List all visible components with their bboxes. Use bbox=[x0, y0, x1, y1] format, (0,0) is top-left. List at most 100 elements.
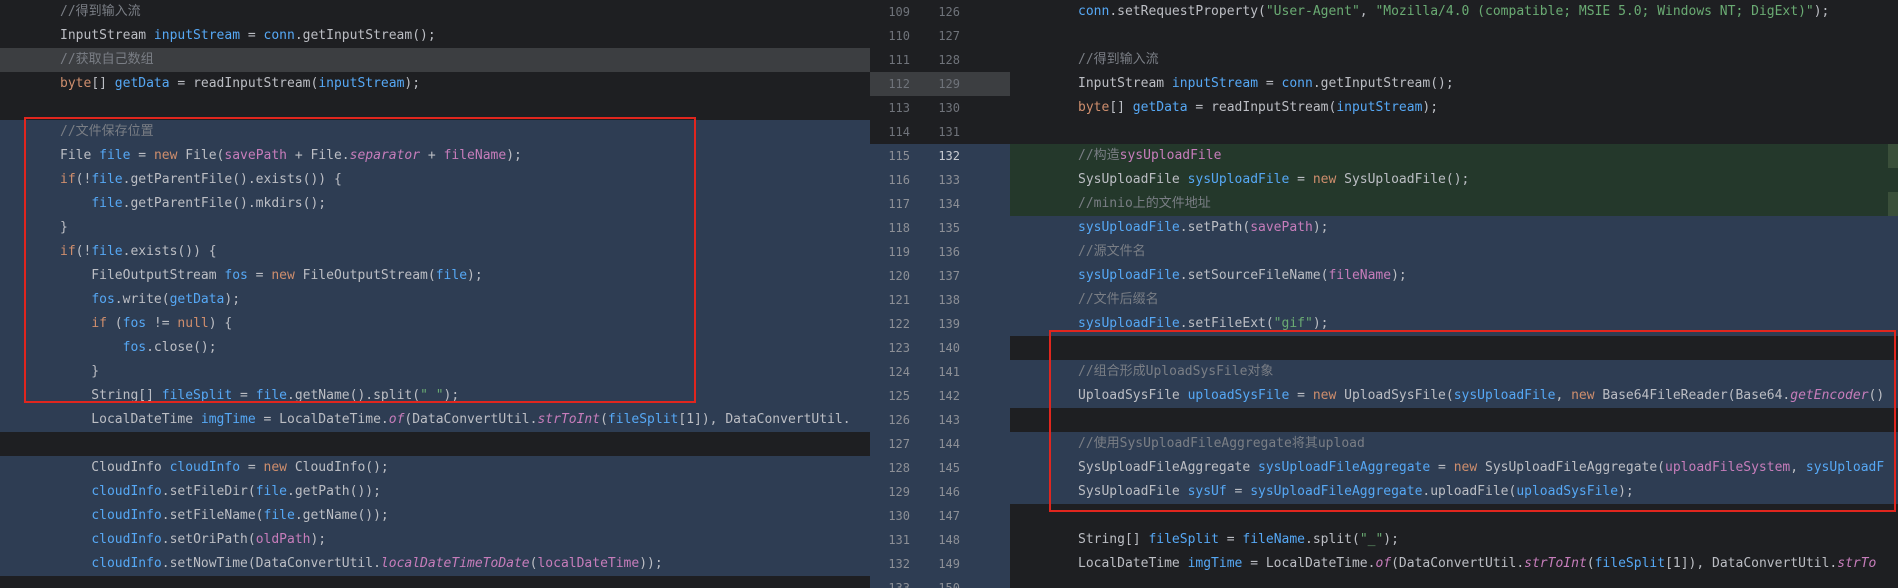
diff-line-gutter: 109 126 110 127 111 128 112 129 113 130 114 131 115 1… bbox=[870, 0, 1010, 588]
code-token: "_" bbox=[1359, 532, 1384, 547]
right-code-line[interactable]: //构造sysUploadFile bbox=[1010, 144, 1898, 168]
left-code-line[interactable]: cloudInfo.setFileDir(file.getPath()); bbox=[0, 480, 870, 504]
right-code-line[interactable] bbox=[1010, 336, 1898, 360]
code-token: UploadSysFile( bbox=[1336, 388, 1454, 403]
right-line-number: 147 bbox=[938, 509, 960, 523]
left-code-line[interactable]: //获取自己数组 bbox=[0, 48, 870, 72]
code-token: cloudInfo bbox=[91, 508, 162, 523]
code-token: //构造 bbox=[1078, 148, 1120, 163]
left-editor-pane[interactable]: //得到输入流 InputStream inputStream = conn.ge… bbox=[0, 0, 870, 588]
right-code-line[interactable] bbox=[1010, 120, 1898, 144]
code-token: = bbox=[240, 460, 264, 475]
code-token: .setRequestProperty( bbox=[1109, 4, 1266, 19]
code-token: , bbox=[1359, 4, 1376, 19]
code-token: .split( bbox=[1305, 532, 1360, 547]
code-token: sysUploadFile bbox=[1078, 220, 1180, 235]
left-code-line[interactable]: if(!file.exists()) { bbox=[0, 240, 870, 264]
left-code-line[interactable]: File file = new File(savePath + File.sep… bbox=[0, 144, 870, 168]
code-token: .setSourceFileName( bbox=[1179, 268, 1329, 283]
right-line-number: 145 bbox=[938, 461, 960, 475]
right-code-line[interactable]: SysUploadFileAggregate sysUploadFileAggr… bbox=[1010, 456, 1898, 480]
right-code-line[interactable]: String[] fileSplit = fileName.split("_")… bbox=[1010, 528, 1898, 552]
left-line-number: 126 bbox=[888, 413, 910, 427]
code-token: inputStream bbox=[1171, 76, 1259, 91]
right-code-line[interactable]: //组合形成UploadSysFile对象 bbox=[1010, 360, 1898, 384]
right-code-line[interactable] bbox=[1010, 504, 1898, 528]
left-line-number: 119 bbox=[888, 245, 910, 259]
right-code-line[interactable]: conn.setRequestProperty("User-Agent", "M… bbox=[1010, 0, 1898, 24]
code-token: () bbox=[1868, 388, 1885, 403]
left-code-line[interactable]: fos.write(getData); bbox=[0, 288, 870, 312]
code-token: .exists()) { bbox=[122, 244, 217, 259]
left-code-line[interactable]: file.getParentFile().mkdirs(); bbox=[0, 192, 870, 216]
left-code-line[interactable]: if(!file.getParentFile().exists()) { bbox=[0, 168, 870, 192]
left-code-line[interactable]: } bbox=[0, 360, 870, 384]
gutter-line-numbers: 109 126 bbox=[870, 0, 1010, 24]
left-code-line[interactable]: } bbox=[0, 216, 870, 240]
left-line-number: 132 bbox=[888, 557, 910, 571]
left-code-line[interactable]: cloudInfo.setNowTime(DataConvertUtil.loc… bbox=[0, 552, 870, 576]
left-code-line[interactable]: FileOutputStream fos = new FileOutputStr… bbox=[0, 264, 870, 288]
code-token: fileSplit bbox=[1594, 556, 1666, 571]
code-token: new bbox=[1312, 388, 1337, 403]
code-token: ); bbox=[467, 268, 483, 283]
code-token: .setNowTime(DataConvertUtil. bbox=[161, 556, 381, 571]
code-token: ); bbox=[1383, 532, 1399, 547]
code-token: //组合形成UploadSysFile对象 bbox=[1078, 364, 1274, 379]
code-token: strToInt bbox=[1524, 556, 1587, 571]
code-token: .getInputStream(); bbox=[1312, 76, 1454, 91]
right-code-line[interactable]: //文件后缀名 bbox=[1010, 288, 1898, 312]
right-code-line[interactable]: byte[] getData = readInputStream(inputSt… bbox=[1010, 96, 1898, 120]
right-code-line[interactable]: sysUploadFile.setSourceFileName(fileName… bbox=[1010, 264, 1898, 288]
right-code-line[interactable]: sysUploadFile.setPath(savePath); bbox=[1010, 216, 1898, 240]
left-code-line[interactable]: String[] fileSplit = file.getName().spli… bbox=[0, 384, 870, 408]
code-token: = bbox=[1289, 172, 1313, 187]
code-token: SysUploadFileAggregate bbox=[1078, 460, 1259, 475]
left-code-line[interactable]: InputStream inputStream = conn.getInputS… bbox=[0, 24, 870, 48]
left-code-line[interactable]: LocalDateTime imgTime = LocalDateTime.of… bbox=[0, 408, 870, 432]
code-token: "User-Agent" bbox=[1265, 4, 1360, 19]
left-code-line[interactable]: if (fos != null) { bbox=[0, 312, 870, 336]
right-code-line[interactable]: sysUploadFile.setFileExt("gif"); bbox=[1010, 312, 1898, 336]
right-code-line[interactable]: InputStream inputStream = conn.getInputS… bbox=[1010, 72, 1898, 96]
right-code-line[interactable]: SysUploadFile sysUploadFile = new SysUpl… bbox=[1010, 168, 1898, 192]
right-code-line[interactable]: LocalDateTime imgTime = LocalDateTime.of… bbox=[1010, 552, 1898, 576]
left-code-line[interactable]: cloudInfo.setOriPath(oldPath); bbox=[0, 528, 870, 552]
right-code-line[interactable]: //源文件名 bbox=[1010, 240, 1898, 264]
code-token: byte bbox=[1078, 100, 1110, 115]
left-code-line[interactable]: //得到输入流 bbox=[0, 0, 870, 24]
right-code-line[interactable]: UploadSysFile uploadSysFile = new Upload… bbox=[1010, 384, 1898, 408]
code-token: getEncoder bbox=[1790, 388, 1869, 403]
gutter-line-numbers: 127 144 bbox=[870, 432, 1010, 456]
left-code-line[interactable] bbox=[0, 432, 870, 456]
right-code-line[interactable] bbox=[1010, 24, 1898, 48]
code-token: fileSplit bbox=[607, 412, 679, 427]
code-token: file bbox=[255, 388, 287, 403]
left-code-line[interactable]: cloudInfo.setFileName(file.getName()); bbox=[0, 504, 870, 528]
code-token: .getParentFile().exists()) { bbox=[122, 172, 342, 187]
right-code-line[interactable]: //使用SysUploadFileAggregate将其upload bbox=[1010, 432, 1898, 456]
left-line-number: 125 bbox=[888, 389, 910, 403]
code-token: fileName bbox=[1328, 268, 1392, 283]
code-token: .setFileExt( bbox=[1179, 316, 1274, 331]
left-code-line[interactable]: //文件保存位置 bbox=[0, 120, 870, 144]
code-token: sysUploadFile bbox=[1078, 316, 1180, 331]
right-line-number: 134 bbox=[938, 197, 960, 211]
right-editor-pane[interactable]: conn.setRequestProperty("User-Agent", "M… bbox=[1010, 0, 1898, 588]
right-code-line[interactable]: SysUploadFile sysUf = sysUploadFileAggre… bbox=[1010, 480, 1898, 504]
code-token: imgTime bbox=[1187, 556, 1243, 571]
left-code-line[interactable] bbox=[0, 96, 870, 120]
left-line-number: 129 bbox=[888, 485, 910, 499]
code-token: sysUf bbox=[1187, 484, 1227, 499]
left-code-line[interactable]: CloudInfo cloudInfo = new CloudInfo(); bbox=[0, 456, 870, 480]
code-token: .setFileDir( bbox=[161, 484, 256, 499]
left-code-line[interactable]: fos.close(); bbox=[0, 336, 870, 360]
code-token: savePath bbox=[1250, 220, 1313, 235]
code-token: (DataConvertUtil. bbox=[1391, 556, 1525, 571]
right-code-line[interactable] bbox=[1010, 408, 1898, 432]
right-code-line[interactable]: //minio上的文件地址 bbox=[1010, 192, 1898, 216]
gutter-line-numbers: 117 134 bbox=[870, 192, 1010, 216]
right-code-line[interactable]: //得到输入流 bbox=[1010, 48, 1898, 72]
left-code-line[interactable]: byte[] getData = readInputStream(inputSt… bbox=[0, 72, 870, 96]
